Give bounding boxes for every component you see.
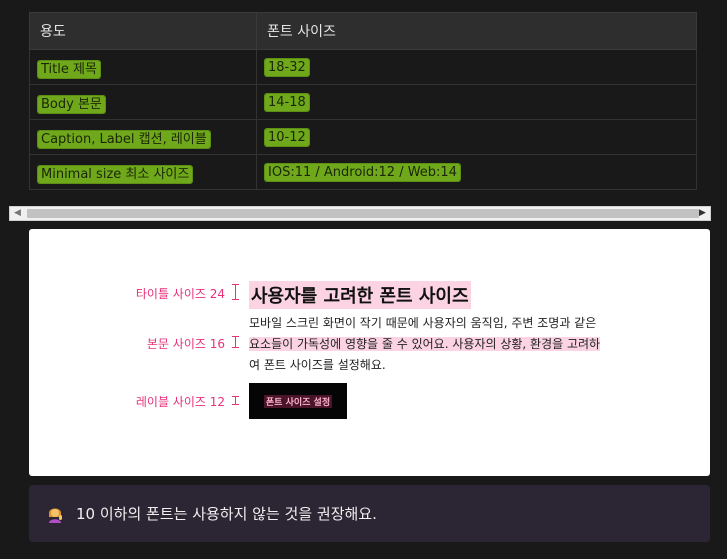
- header-usage: 용도: [29, 12, 257, 50]
- font-size-setting-button[interactable]: 폰트 사이즈 설정: [249, 383, 347, 419]
- callout-text: 10 이하의 폰트는 사용하지 않는 것을 권장해요.: [76, 505, 377, 523]
- title-size-label: 타이틀 사이즈 24: [135, 287, 225, 301]
- label-size-bracket: [232, 396, 243, 405]
- demo-body-text: 모바일 스크린 화면이 작기 때문에 사용자의 움직임, 주변 조명과 같은 요…: [249, 313, 601, 376]
- table-row: Title 제목 18-32: [29, 49, 697, 85]
- font-size-illustration: 타이틀 사이즈 24 사용자를 고려한 폰트 사이즈 본문 사이즈 16 모바일…: [29, 229, 710, 476]
- body-size-label: 본문 사이즈 16: [146, 337, 225, 351]
- usage-cell: Title 제목: [38, 60, 100, 78]
- size-cell: 14-18: [265, 93, 309, 111]
- callout: 10 이하의 폰트는 사용하지 않는 것을 권장해요.: [29, 485, 710, 542]
- size-cell: 18-32: [265, 58, 309, 76]
- body-line-highlighted: 요소들이 가독성에 영향을 줄 수 있어요. 사용자의 상황, 환경을 고려하: [249, 337, 601, 351]
- body-size-bracket: [232, 336, 243, 348]
- usage-cell: Minimal size 최소 사이즈: [38, 165, 193, 183]
- title-size-bracket: [232, 284, 243, 300]
- body-line: 여 폰트 사이즈를 설정해요.: [249, 358, 386, 372]
- demo-title: 사용자를 고려한 폰트 사이즈: [249, 281, 471, 309]
- usage-cell: Body 본문: [38, 95, 105, 113]
- font-size-table: 용도 폰트 사이즈 Title 제목 18-32 Body 본문 14-18 C…: [29, 12, 697, 190]
- table-row: Body 본문 14-18: [29, 84, 697, 120]
- person-tipping-hand-icon: [46, 505, 64, 523]
- table-row: Caption, Label 캡션, 레이블 10-12: [29, 119, 697, 155]
- usage-cell: Caption, Label 캡션, 레이블: [38, 130, 210, 148]
- horizontal-scrollbar[interactable]: ◀ ▶: [9, 206, 711, 221]
- scrollbar-thumb[interactable]: [27, 209, 699, 218]
- size-cell: 10-12: [265, 128, 309, 146]
- scroll-left-arrow-icon[interactable]: ◀: [10, 207, 25, 220]
- size-cell: IOS:11 / Android:12 / Web:14: [265, 163, 460, 181]
- table-header-row: 용도 폰트 사이즈: [29, 12, 697, 50]
- button-label: 폰트 사이즈 설정: [263, 394, 333, 408]
- label-size-label: 레이블 사이즈 12: [135, 395, 225, 409]
- scroll-right-arrow-icon[interactable]: ▶: [695, 207, 710, 220]
- header-font-size: 폰트 사이즈: [256, 12, 697, 50]
- body-line: 모바일 스크린 화면이 작기 때문에 사용자의 움직임, 주변 조명과 같은: [249, 316, 597, 330]
- table-row: Minimal size 최소 사이즈 IOS:11 / Android:12 …: [29, 154, 697, 190]
